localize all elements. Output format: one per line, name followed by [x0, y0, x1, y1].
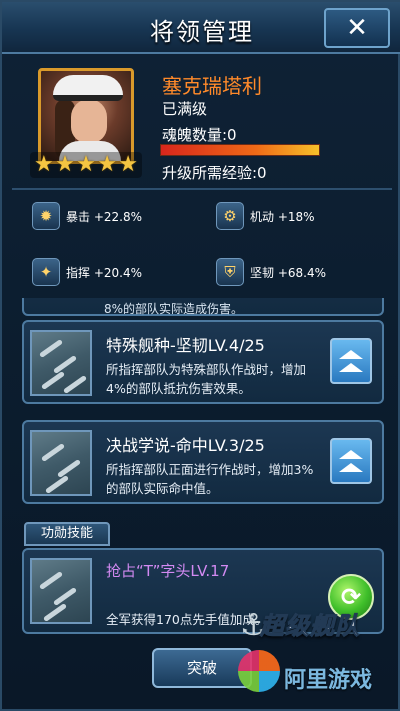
hero-star-rating: ★ ★ ★ ★ ★ — [30, 152, 142, 178]
watermark-brand: 超级舰队 — [260, 612, 360, 641]
close-button[interactable]: ✕ — [324, 8, 390, 48]
skill-name: 特殊舰种-坚韧LV.4/25 — [106, 336, 265, 355]
stat-label: 指挥 +20.4% — [66, 265, 142, 280]
skill-thumbnail — [30, 430, 92, 496]
skill-thumbnail — [30, 558, 92, 624]
stat-label: 暴击 +22.8% — [66, 209, 142, 224]
watermark: ⚓ 超级舰队 阿里游戏 — [234, 606, 400, 710]
skill-card: 特殊舰种-坚韧LV.4/25 所指挥部队为特殊部队作战时，增加4%的部队抵抗伤害… — [22, 320, 384, 404]
chevron-up-icon — [339, 450, 363, 459]
star-icon: ★ — [55, 152, 75, 177]
stat-label: 机动 +18% — [250, 209, 315, 224]
hero-portrait[interactable] — [38, 68, 134, 164]
toughness-icon: ⛨ — [216, 258, 244, 286]
header-bar: 将领管理 ✕ — [2, 2, 400, 54]
chevron-up-icon — [339, 463, 363, 472]
skill-desc: 所指挥部队正面进行作战时，增加3%的部队实际命中值。 — [106, 462, 314, 496]
soul-count: 魂魄数量:0 — [162, 126, 237, 144]
xp-progress-fill — [161, 145, 319, 155]
stat-critical: ✹ 暴击 +22.8% — [32, 202, 142, 230]
upgrade-button[interactable] — [330, 338, 372, 384]
skill-desc: 所指挥部队为特殊部队作战时，增加4%的部队抵抗伤害效果。 — [106, 362, 307, 396]
command-icon: ✦ — [32, 258, 60, 286]
stats-panel: ✹ 暴击 +22.8% ⚙ 机动 +18% ✦ 指挥 +20.4% ⛨ 坚韧 +… — [32, 202, 372, 286]
xp-required: 升级所需经验:0 — [162, 164, 267, 182]
chevron-up-icon — [339, 363, 363, 372]
hero-name: 塞克瑞塔利 — [162, 74, 262, 98]
stat-label: 坚韧 +68.4% — [250, 265, 326, 280]
xp-progress-bar — [160, 144, 320, 156]
close-icon: ✕ — [346, 13, 368, 43]
watermark-logo — [238, 650, 280, 692]
skill-name: 抢占“T”字头LV.17 — [106, 562, 230, 580]
upgrade-button[interactable] — [330, 438, 372, 484]
anchor-icon: ⚓ — [240, 608, 267, 643]
star-icon: ★ — [97, 152, 117, 177]
stat-toughness: ⛨ 坚韧 +68.4% — [216, 258, 326, 286]
skill-desc: 8%的部队实际造成伤害。 — [104, 302, 244, 316]
skill-thumbnail — [30, 330, 92, 396]
star-icon: ★ — [118, 152, 138, 177]
tab-merit-skills[interactable]: 功勋技能 — [24, 522, 110, 546]
skill-card: 决战学说-命中LV.3/25 所指挥部队正面进行作战时，增加3%的部队实际命中值… — [22, 420, 384, 504]
section-divider — [12, 188, 392, 190]
stat-command: ✦ 指挥 +20.4% — [32, 258, 142, 286]
game-window: 将领管理 ✕ ★ ★ ★ ★ ★ 塞克瑞塔利 已满级 魂魄数量:0 升级所需经验… — [0, 0, 400, 711]
chevron-up-icon — [339, 350, 363, 359]
stat-mobility: ⚙ 机动 +18% — [216, 202, 315, 230]
mobility-icon: ⚙ — [216, 202, 244, 230]
star-icon: ★ — [76, 152, 96, 177]
watermark-site: 阿里游戏 — [284, 668, 373, 693]
skill-name: 决战学说-命中LV.3/25 — [106, 436, 265, 455]
hero-level-status: 已满级 — [162, 100, 208, 118]
star-icon: ★ — [34, 152, 54, 177]
critical-icon: ✹ — [32, 202, 60, 230]
